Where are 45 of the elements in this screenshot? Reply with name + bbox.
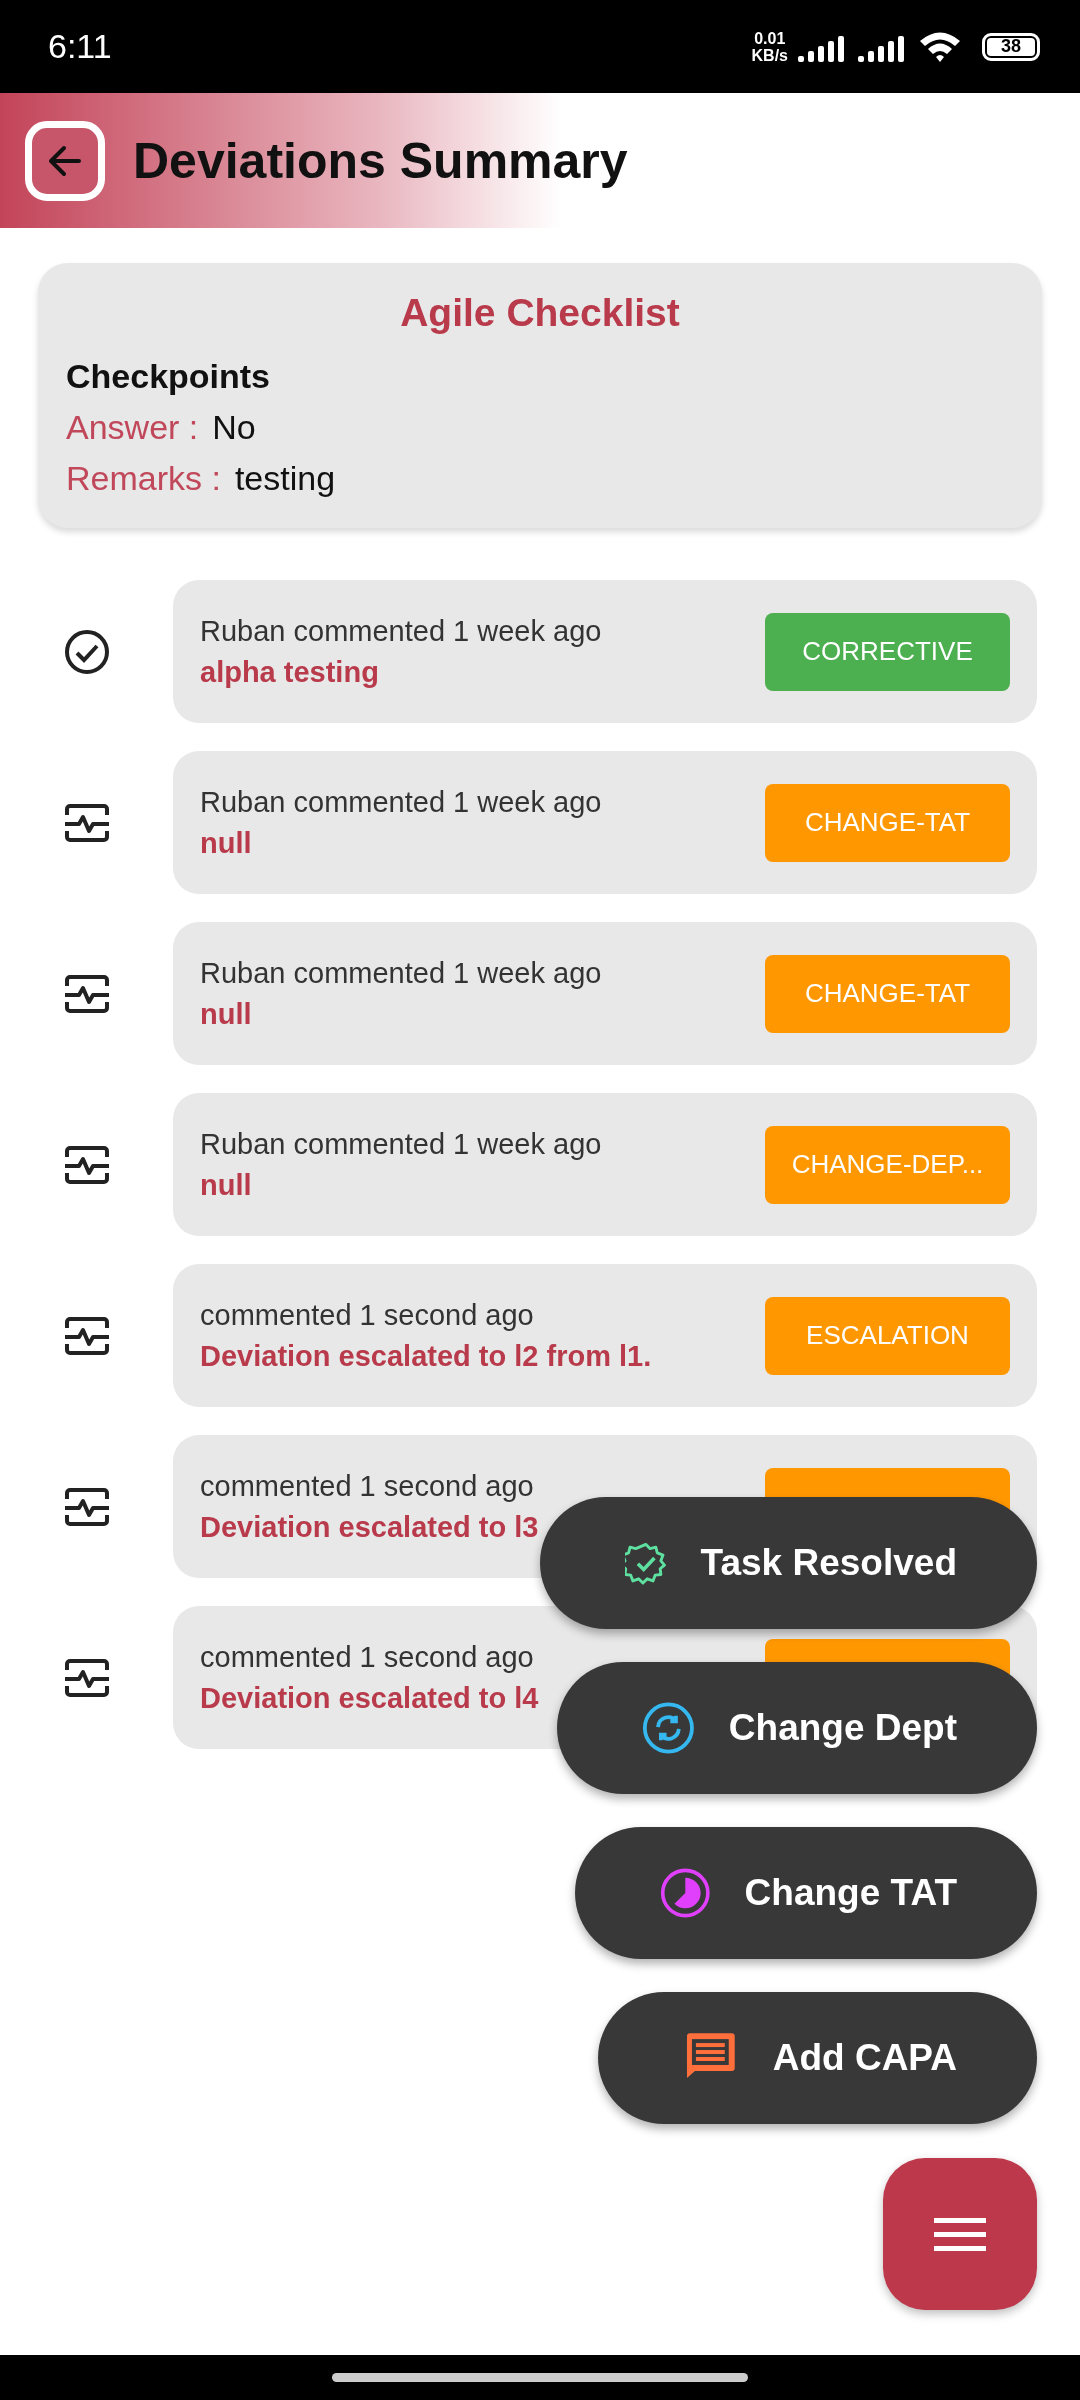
comment-meta: commented 1 second ago: [200, 1640, 535, 1674]
pulse-icon: [62, 802, 111, 843]
menu-icon: [934, 2216, 986, 2252]
comment-message: Deviation escalated to l4: [200, 1681, 539, 1715]
comment-message: Deviation escalated to l2 from l1.: [200, 1339, 652, 1373]
type-tag: CHANGE-TAT: [765, 954, 1010, 1033]
pulse-icon: [62, 973, 111, 1014]
sync-icon: [642, 1700, 695, 1756]
network-speed: 0.01: [754, 29, 786, 47]
pulse-icon: [62, 1315, 111, 1356]
field-label: Remarks :: [66, 459, 221, 498]
comment-meta: Ruban commented 1 week ago: [200, 785, 602, 819]
menu-button[interactable]: [883, 2158, 1037, 2310]
field-label: Answer :: [66, 408, 199, 447]
fab-menu-button[interactable]: Change TAT: [575, 1827, 1037, 1959]
comment-meta: Ruban commented 1 week ago: [200, 956, 602, 990]
page-title: Deviations Summary: [133, 131, 628, 190]
battery-level: 38: [1001, 36, 1021, 57]
pulse-icon: [62, 1657, 111, 1698]
field-value: testing: [234, 459, 336, 498]
comment-meta: commented 1 second ago: [200, 1469, 535, 1503]
back-button[interactable]: [25, 120, 105, 201]
network-speed-unit: KB/s: [751, 46, 788, 64]
fab-menu-button[interactable]: Add CAPA: [598, 1992, 1037, 2124]
checklist-title: Agile Checklist: [399, 291, 681, 335]
type-tag: CHANGE-DEP...: [765, 1125, 1010, 1204]
comment-message: null: [200, 1168, 253, 1202]
check-circle-icon: [63, 628, 110, 675]
comment-message: null: [200, 997, 253, 1031]
pulse-icon: [62, 1486, 111, 1527]
checkpoints-heading: Checkpoints: [66, 357, 272, 396]
comment-message: null: [200, 826, 253, 860]
comment-meta: commented 1 second ago: [200, 1298, 535, 1332]
status-time: 6:11: [48, 27, 112, 66]
fab-menu-button[interactable]: Task Resolved: [540, 1497, 1037, 1629]
type-tag: ESCALATION: [765, 1296, 1010, 1375]
pulse-icon: [62, 1144, 111, 1185]
fab-menu-button[interactable]: Change Dept: [557, 1662, 1037, 1794]
field-value: No: [212, 408, 256, 447]
comment-meta: Ruban commented 1 week ago: [200, 614, 602, 648]
comment-message: Deviation escalated to l3: [200, 1510, 539, 1544]
type-tag: CORRECTIVE: [765, 612, 1010, 691]
type-tag: CHANGE-TAT: [765, 783, 1010, 862]
comment-message: alpha testing: [200, 655, 380, 689]
comment-meta: Ruban commented 1 week ago: [200, 1127, 602, 1161]
